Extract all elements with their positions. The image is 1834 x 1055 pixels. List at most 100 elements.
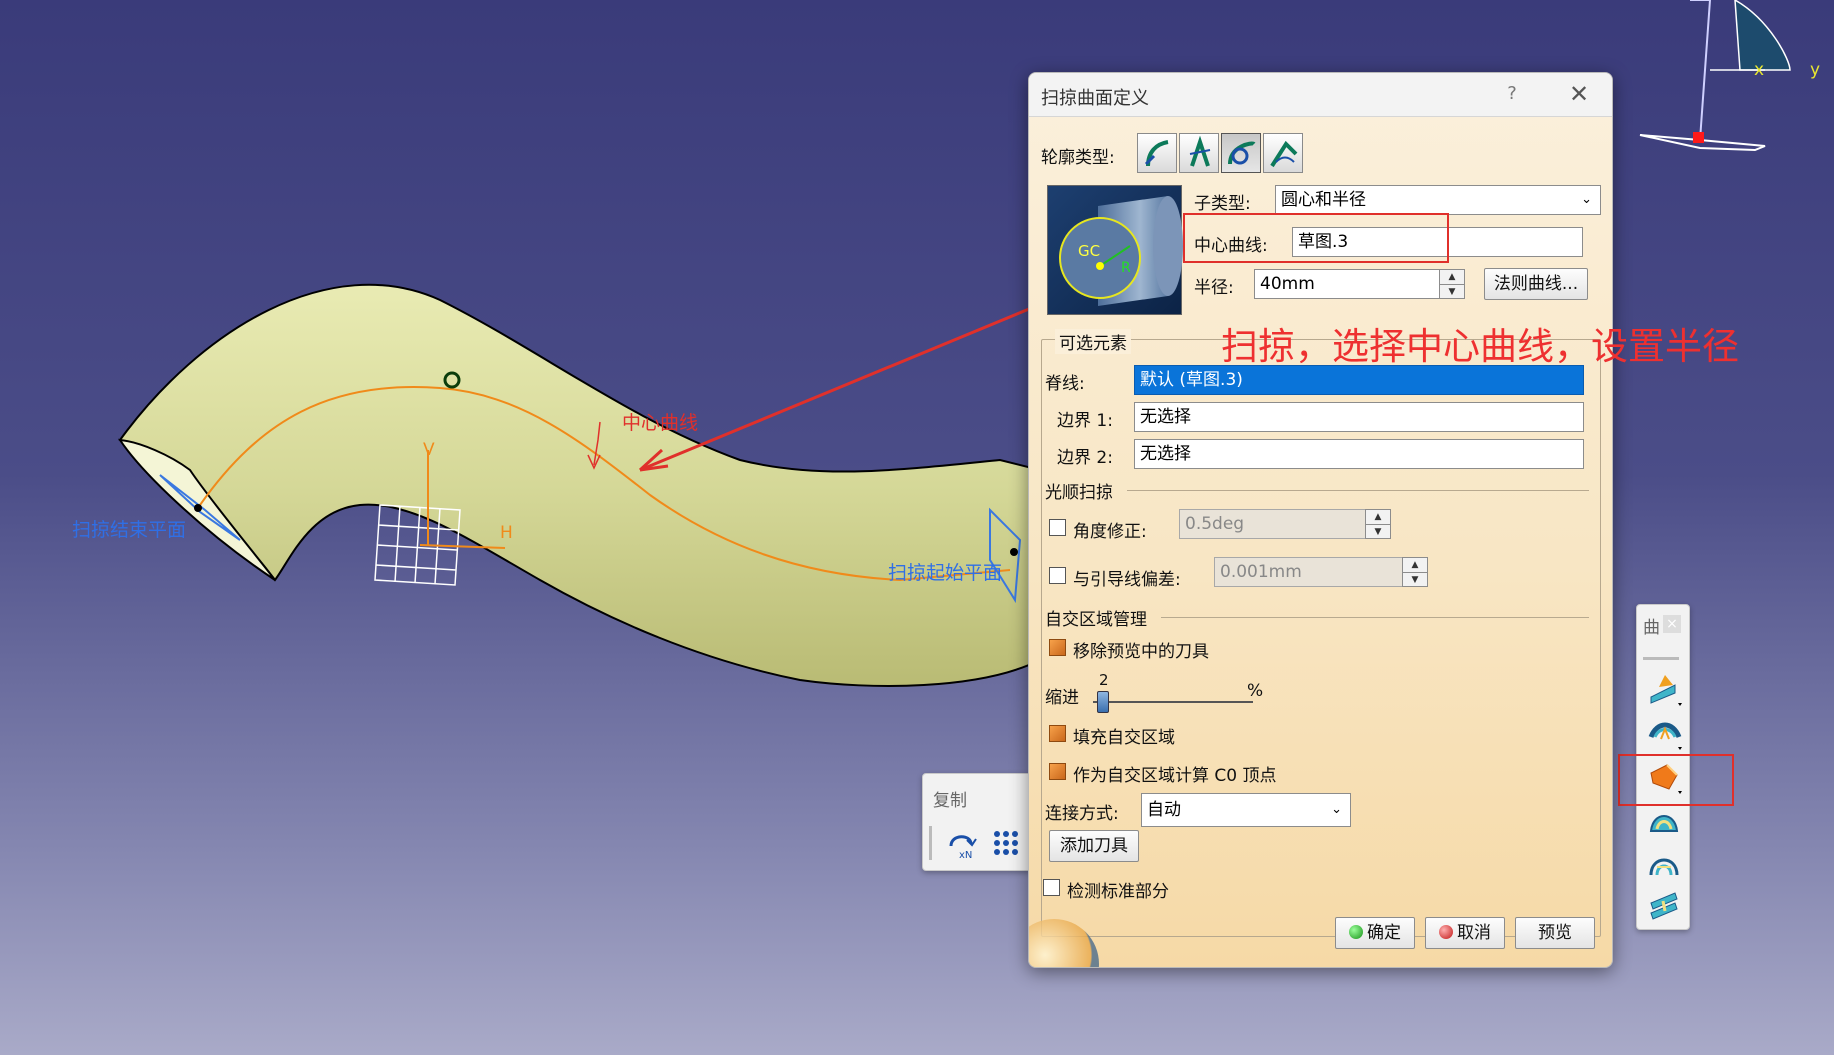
center-curve-label: 中心曲线	[622, 412, 699, 434]
cancel-button[interactable]: 取消	[1425, 917, 1505, 949]
boundary1-label: 边界 1:	[1057, 411, 1113, 431]
toolbar-highlight-box	[1618, 754, 1734, 806]
subtype-label: 子类型:	[1194, 194, 1251, 214]
angle-correction-input[interactable]: 0.5deg	[1179, 509, 1366, 539]
sweep-start-plane-label: 扫掠起始平面	[888, 562, 1003, 584]
detect-canonical-label: 检测标准部分	[1067, 882, 1169, 902]
subtype-value: 圆心和半径	[1281, 190, 1366, 210]
sweep-tube-surface	[118, 283, 1041, 687]
add-tool-button[interactable]: 添加刀具	[1049, 830, 1139, 862]
law-curve-button[interactable]: 法则曲线...	[1484, 268, 1588, 300]
copy-toolbar-title: 复制	[933, 791, 967, 811]
gc-label: GC	[1078, 242, 1101, 260]
fill-surface-icon[interactable]	[1645, 803, 1683, 839]
remove-tools-label: 移除预览中的刀具	[1073, 642, 1209, 662]
radius-value: 40mm	[1260, 274, 1315, 294]
rotate-copy-icon[interactable]: xN	[945, 826, 979, 861]
close-button[interactable]: ✕	[1564, 81, 1594, 109]
help-button[interactable]: ?	[1499, 83, 1525, 107]
annotation-text: 扫掠，选择中心曲线，设置半径	[1221, 325, 1739, 368]
boundary2-input[interactable]: 无选择	[1134, 439, 1584, 469]
axis-v-label: V	[423, 440, 435, 460]
toolbar-grip[interactable]	[1643, 657, 1679, 660]
preview-button[interactable]: 预览	[1515, 917, 1595, 949]
svg-text:xN: xN	[959, 850, 972, 860]
boundary2-label: 边界 2:	[1057, 448, 1113, 468]
chevron-down-icon: ⌄	[1581, 192, 1592, 207]
profile-type-label: 轮廓类型:	[1041, 148, 1115, 168]
remove-tools-checkbox[interactable]	[1049, 639, 1066, 656]
fill-self-intersection-checkbox[interactable]	[1049, 725, 1066, 742]
angle-correction-label: 角度修正:	[1073, 522, 1147, 542]
circle-profile-icon	[1228, 141, 1256, 165]
boundary1-input[interactable]: 无选择	[1134, 402, 1584, 432]
ok-icon	[1349, 925, 1363, 939]
spine-value: 默认 (草图.3)	[1140, 370, 1243, 390]
self-intersection-divider	[1161, 617, 1589, 618]
spine-label: 脊线:	[1045, 374, 1085, 394]
chevron-down-icon: ⌄	[1331, 802, 1342, 817]
connect-mode-label: 连接方式:	[1045, 804, 1119, 824]
r-label: R	[1121, 260, 1131, 276]
cancel-icon	[1439, 925, 1453, 939]
profile-preview-image: GC R	[1047, 185, 1183, 315]
deviation-value: 0.001mm	[1220, 562, 1302, 582]
angle-correction-checkbox[interactable]	[1049, 519, 1066, 536]
line-profile-icon	[1189, 135, 1211, 167]
compass-x-label: x	[1754, 60, 1765, 80]
center-curve-highlight-box	[1183, 213, 1449, 263]
radius-spinner[interactable]: ▲ ▼	[1439, 269, 1465, 299]
compass-y-label: y	[1810, 60, 1821, 80]
boundary1-value: 无选择	[1140, 407, 1191, 427]
smooth-sweep-divider	[1127, 490, 1589, 491]
multi-section-surface-icon[interactable]	[1645, 845, 1683, 881]
indent-unit: %	[1247, 681, 1264, 701]
copy-toolbar: 复制 xN	[922, 773, 1032, 871]
deviation-label: 与引导线偏差:	[1073, 570, 1181, 590]
extrude-surface-icon[interactable]	[1645, 671, 1683, 707]
subtype-select[interactable]: 圆心和半径 ⌄	[1275, 185, 1601, 215]
deviation-checkbox[interactable]	[1049, 567, 1066, 584]
conic-profile-icon	[1270, 140, 1298, 168]
annotation-arrow-to-curve	[639, 288, 1076, 472]
deviation-spinner[interactable]: ▲ ▼	[1402, 557, 1428, 587]
circle-profile-button[interactable]	[1221, 133, 1261, 173]
boundary2-value: 无选择	[1140, 444, 1191, 464]
dialog-titlebar[interactable]: 扫掠曲面定义 ? ✕	[1029, 73, 1612, 117]
c0-vertex-checkbox[interactable]	[1049, 763, 1066, 780]
connect-mode-value: 自动	[1147, 800, 1181, 820]
toolbar-grip[interactable]	[929, 826, 932, 860]
toolbar-close-icon[interactable]: ×	[1663, 615, 1681, 633]
explicit-profile-button[interactable]	[1137, 133, 1177, 173]
sweep-end-plane-label: 扫掠结束平面	[72, 519, 187, 541]
surfaces-toolbar-title: 曲	[1643, 618, 1660, 638]
angle-correction-spinner[interactable]: ▲ ▼	[1365, 509, 1391, 539]
ok-label: 确定	[1367, 923, 1401, 943]
compass	[1639, 0, 1791, 152]
line-profile-button[interactable]	[1179, 133, 1219, 173]
indent-value: 2	[1099, 671, 1109, 689]
smooth-sweep-title: 光顺扫掠	[1045, 483, 1113, 503]
connect-mode-select[interactable]: 自动 ⌄	[1141, 793, 1351, 827]
explicit-profile-icon	[1144, 140, 1169, 167]
indent-slider-track	[1093, 701, 1253, 703]
fill-self-intersection-label: 填充自交区域	[1073, 728, 1175, 748]
optional-elements-title: 可选元素	[1055, 329, 1131, 354]
indent-label: 缩进	[1045, 688, 1079, 708]
angle-correction-value: 0.5deg	[1185, 514, 1245, 534]
self-intersection-title: 自交区域管理	[1045, 610, 1147, 630]
pattern-grid-icon[interactable]	[991, 828, 1021, 858]
deviation-input[interactable]: 0.001mm	[1214, 557, 1403, 587]
ok-button[interactable]: 确定	[1335, 917, 1415, 949]
radius-input[interactable]: 40mm	[1254, 269, 1440, 299]
dialog-title: 扫掠曲面定义	[1041, 88, 1149, 109]
detect-canonical-checkbox[interactable]	[1043, 879, 1060, 896]
c0-vertex-label: 作为自交区域计算 C0 顶点	[1073, 766, 1277, 786]
conic-profile-button[interactable]	[1263, 133, 1303, 173]
indent-slider-thumb[interactable]	[1097, 691, 1109, 713]
axis-h-label: H	[500, 523, 513, 543]
offset-surface-icon[interactable]	[1645, 715, 1683, 751]
sweep-surface-dialog: 扫掠曲面定义 ? ✕ 轮廓类型: GC R 子类型: 圆心和半径 ⌄ 中心曲线:	[1028, 72, 1613, 968]
blend-surface-icon[interactable]	[1645, 887, 1683, 923]
radius-label: 半径:	[1194, 278, 1234, 298]
